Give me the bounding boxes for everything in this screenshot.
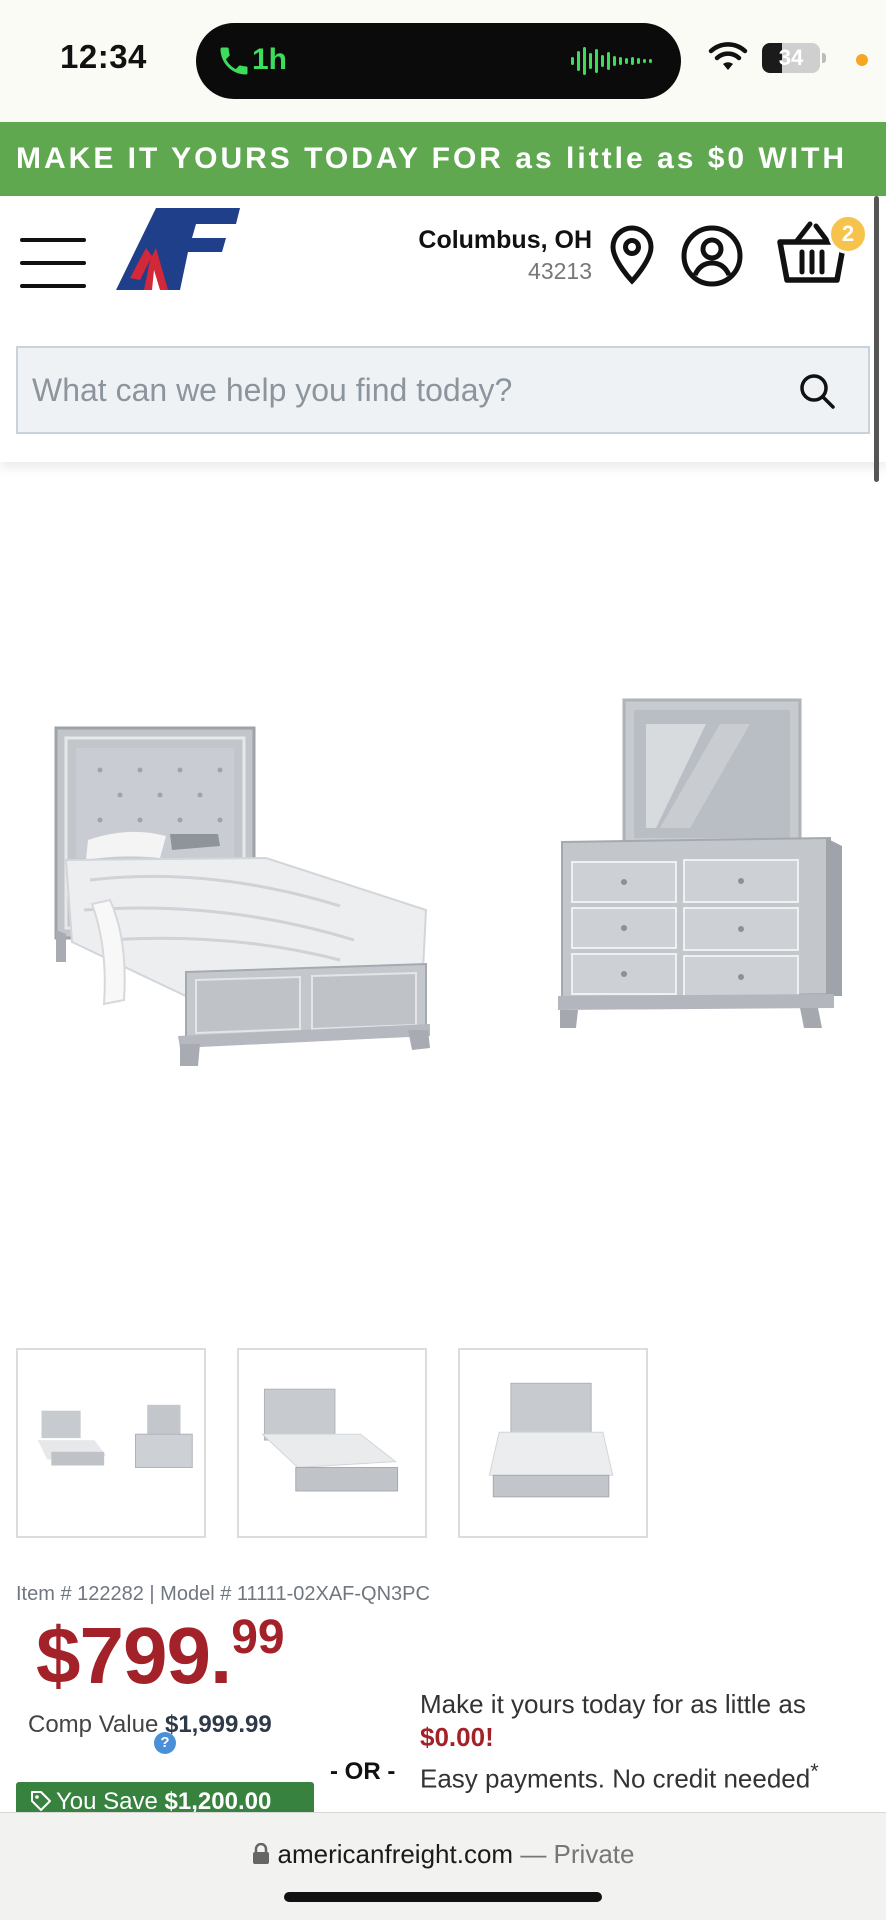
you-save-amount: $1,200.00: [164, 1788, 272, 1815]
location-pin-icon[interactable]: [608, 224, 656, 286]
page-scrollbar[interactable]: [874, 196, 879, 482]
financing-line-2: Easy payments. No credit needed*: [420, 1754, 870, 1796]
bed-illustration: [54, 726, 430, 1066]
financing-line-1: Make it yours today for as little as: [420, 1689, 806, 1719]
site-domain: americanfreight.com: [277, 1839, 514, 1869]
audio-waveform-icon: [571, 47, 652, 75]
battery-icon: 34: [762, 43, 820, 73]
site-header: Columbus, OH 43213 2: [0, 196, 886, 462]
store-location-zip[interactable]: 43213: [528, 258, 592, 285]
item-model-number: Item # 122282 | Model # 11111-02XAF-QN3P…: [16, 1583, 430, 1605]
status-bar: 12:34 1h 34: [0, 0, 886, 122]
you-save-label: You Save: [56, 1788, 158, 1815]
home-indicator[interactable]: [284, 1892, 602, 1902]
battery-tip: [822, 53, 826, 63]
financing-offer[interactable]: Make it yours today for as little as $0.…: [420, 1688, 870, 1796]
wifi-icon: [708, 42, 748, 70]
product-price: $799.99: [36, 1610, 285, 1702]
thumbnail-bed-front[interactable]: [458, 1348, 648, 1538]
battery-level: 34: [778, 45, 804, 70]
price-tag-icon: [31, 1791, 51, 1811]
menu-line: [20, 261, 86, 265]
lock-icon: [252, 1843, 269, 1864]
clock: 12:34: [60, 38, 147, 75]
or-divider: - OR -: [330, 1758, 396, 1785]
price-cents: 99: [231, 1611, 285, 1664]
private-mode-label: — Private: [520, 1839, 635, 1869]
cart-count-badge[interactable]: 2: [828, 214, 868, 254]
thumbnail-image: [488, 1382, 614, 1498]
product-main-image[interactable]: [0, 480, 886, 1300]
search-icon[interactable]: [798, 372, 836, 410]
dynamic-island-call[interactable]: 1h: [196, 23, 681, 99]
financing-asterisk: *: [810, 1758, 819, 1783]
thumbnail-image: [37, 1404, 193, 1468]
comp-value-amount: $1,999.99: [164, 1711, 272, 1738]
menu-button[interactable]: [20, 238, 86, 288]
comp-value-label: Comp Value: [28, 1711, 159, 1738]
address-bar-text[interactable]: americanfreight.com — Private: [0, 1839, 886, 1870]
financing-amount: $0.00!: [420, 1722, 494, 1752]
comp-value-help-icon[interactable]: ?: [154, 1732, 176, 1754]
promo-banner-text: MAKE IT YOURS TODAY FOR as little as $0 …: [16, 142, 848, 175]
american-freight-logo[interactable]: [116, 208, 240, 290]
thumbnail-bed-and-dresser[interactable]: [16, 1348, 206, 1538]
search-box[interactable]: [16, 346, 870, 434]
menu-line: [20, 238, 86, 242]
dresser-illustration: [558, 698, 842, 1028]
search-input[interactable]: [32, 348, 772, 432]
call-duration: 1h: [252, 43, 288, 76]
privacy-indicator-dot: [856, 54, 868, 66]
store-location-city[interactable]: Columbus, OH: [418, 226, 592, 255]
account-icon[interactable]: [680, 224, 744, 288]
menu-line: [20, 284, 86, 288]
price-dollars: $799.: [36, 1611, 232, 1700]
financing-line-2-text: Easy payments. No credit needed: [420, 1763, 811, 1794]
promo-banner[interactable]: MAKE IT YOURS TODAY FOR as little as $0 …: [0, 122, 886, 196]
browser-address-bar[interactable]: americanfreight.com — Private: [0, 1812, 886, 1920]
thumbnail-image: [261, 1388, 399, 1492]
comp-value: Comp Value $1,999.99: [28, 1711, 272, 1739]
thumbnail-bed-angle[interactable]: [237, 1348, 427, 1538]
phone-icon: [220, 47, 248, 75]
